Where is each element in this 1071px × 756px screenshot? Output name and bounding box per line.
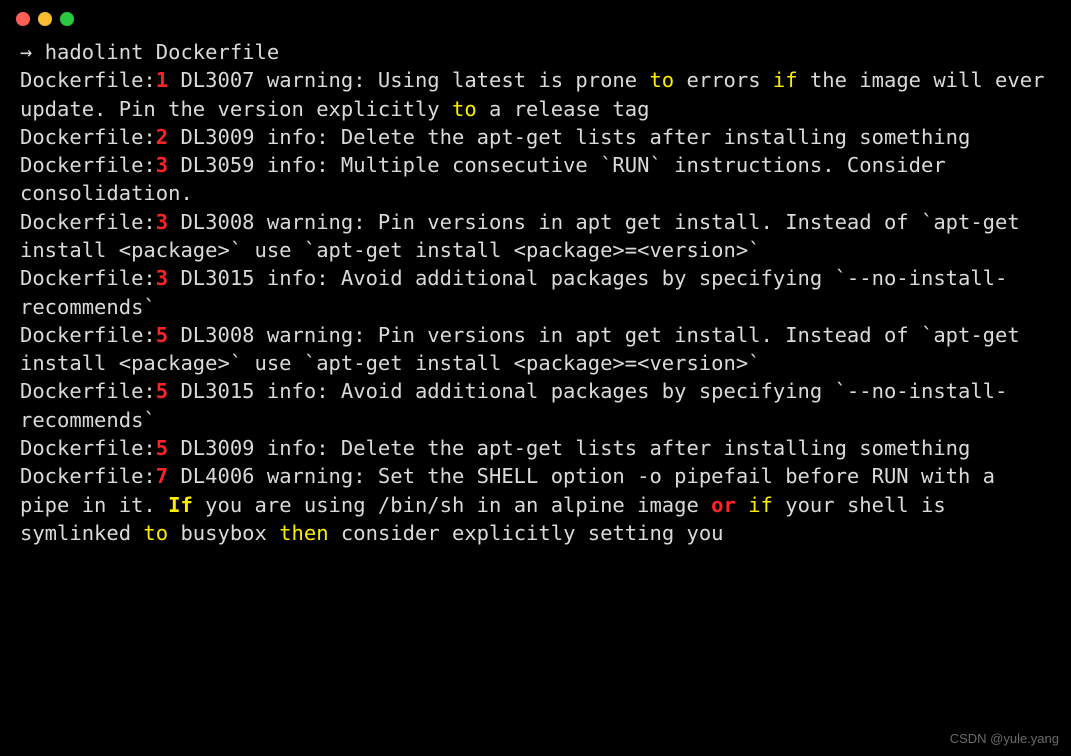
file-label: Dockerfile: [20,436,156,460]
msg-part: consider explicitly setting you [329,521,724,545]
minimize-icon[interactable] [38,12,52,26]
file-label: Dockerfile: [20,68,156,92]
msg-part: DL3007 warning: Using latest is prone [168,68,649,92]
file-label: Dockerfile: [20,153,156,177]
keyword-to: to [143,521,168,545]
keyword-then: then [279,521,328,545]
msg-part: DL3008 warning: Pin versions in apt get … [20,210,1032,262]
msg-part: errors [674,68,773,92]
line-number: 3 [156,153,168,177]
msg-part: DL3009 info: Delete the apt-get lists af… [168,436,970,460]
line-number: 7 [156,464,168,488]
line-number: 5 [156,379,168,403]
file-label: Dockerfile: [20,379,156,403]
line-number: 5 [156,323,168,347]
lint-line: Dockerfile:1 DL3007 warning: Using lates… [20,66,1051,123]
file-label: Dockerfile: [20,210,156,234]
lint-line: Dockerfile:2 DL3009 info: Delete the apt… [20,123,1051,151]
titlebar [0,12,1071,38]
keyword-if-cap: If [168,493,193,517]
lint-line: Dockerfile:3 DL3015 info: Avoid addition… [20,264,1051,321]
file-label: Dockerfile: [20,125,156,149]
msg-part: a release tag [477,97,650,121]
maximize-icon[interactable] [60,12,74,26]
lint-line: Dockerfile:5 DL3009 info: Delete the apt… [20,434,1051,462]
lint-line: Dockerfile:3 DL3008 warning: Pin version… [20,208,1051,265]
line-number: 5 [156,436,168,460]
line-number: 3 [156,210,168,234]
keyword-to: to [452,97,477,121]
watermark: CSDN @yule.yang [950,730,1059,748]
msg-part: DL3008 warning: Pin versions in apt get … [20,323,1032,375]
file-label: Dockerfile: [20,464,156,488]
line-number: 3 [156,266,168,290]
msg-part: DL3015 info: Avoid additional packages b… [20,379,1007,431]
keyword-if: if [748,493,773,517]
terminal-output[interactable]: → hadolint DockerfileDockerfile:1 DL3007… [0,38,1071,547]
keyword-or: or [711,493,736,517]
keyword-if: if [773,68,798,92]
close-icon[interactable] [16,12,30,26]
lint-line: Dockerfile:3 DL3059 info: Multiple conse… [20,151,1051,208]
file-label: Dockerfile: [20,323,156,347]
msg-part: you are using /bin/sh in an alpine image [193,493,711,517]
msg-part: busybox [168,521,279,545]
lint-line: Dockerfile:7 DL4006 warning: Set the SHE… [20,462,1051,547]
line-number: 1 [156,68,168,92]
command-text: hadolint Dockerfile [45,40,280,64]
terminal-window: → hadolint DockerfileDockerfile:1 DL3007… [0,0,1071,756]
msg-part: DL3015 info: Avoid additional packages b… [20,266,1007,318]
lint-line: Dockerfile:5 DL3008 warning: Pin version… [20,321,1051,378]
file-label: Dockerfile: [20,266,156,290]
lint-line: Dockerfile:5 DL3015 info: Avoid addition… [20,377,1051,434]
msg-part: DL3009 info: Delete the apt-get lists af… [168,125,970,149]
msg-part [736,493,748,517]
keyword-to: to [649,68,674,92]
prompt-arrow-icon: → [20,40,45,64]
prompt-line: → hadolint Dockerfile [20,38,1051,66]
line-number: 2 [156,125,168,149]
